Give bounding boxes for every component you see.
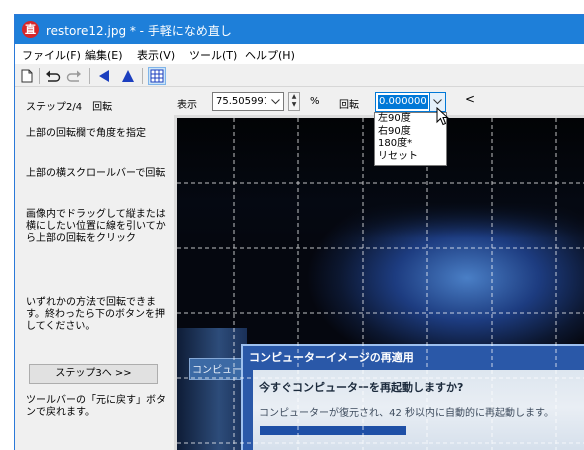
menu-bar: ファイル(F) 編集(E) 表示(V) ツール(T) ヘルプ(H)	[15, 44, 584, 64]
instruction-text: 上部の横スクロールバーで回転	[26, 168, 166, 179]
menu-file[interactable]: ファイル(F)	[22, 47, 81, 63]
zoom-unit: %	[310, 96, 320, 107]
instruction-text: 画像内でドラッグして縦または横にしたい位置に線を引いてから上部の回転をクリック	[26, 209, 166, 244]
title-bar[interactable]: 直 restore12.jpg * - 手軽になめ直し	[15, 15, 584, 44]
app-icon[interactable]: 直	[22, 21, 39, 38]
image-canvas[interactable]: コンピュー コンピューターイメージの再適用 今すぐコンピューターを再起動しますか…	[177, 118, 584, 450]
instruction-text: いずれかの方法で回転できます。終わったら下のボタンを押してください。	[26, 297, 165, 332]
instruction-text: 上部の回転欄で角度を指定	[26, 128, 146, 139]
photo-dialog-title: コンピューターイメージの再適用	[249, 351, 414, 364]
photo-dialog-question: 今すぐコンピューターを再起動しますか?	[259, 381, 464, 394]
undo-icon[interactable]	[44, 67, 62, 85]
photo-monitor-edge	[177, 328, 247, 450]
menu-edit[interactable]: 編集(E)	[85, 47, 123, 63]
window-title: restore12.jpg * - 手軽になめ直し	[46, 24, 232, 38]
zoom-label: 表示	[177, 100, 197, 111]
spin-up-icon[interactable]: ▲	[289, 93, 299, 101]
toolbar-separator	[89, 68, 90, 84]
step-sidebar: ステップ2/4 回転 上部の回転欄で角度を指定 上部の横スクロールバーで回転 画…	[15, 88, 174, 450]
app-window: 直 restore12.jpg * - 手軽になめ直し ファイル(F) 編集(E…	[14, 14, 584, 450]
photo-side-label-text: コンピュー	[192, 365, 242, 376]
rotate-value[interactable]: 0.000000	[378, 95, 428, 109]
rotate-option-180[interactable]: 180度*	[375, 138, 446, 151]
photo-progress-bar	[260, 426, 406, 435]
menu-view[interactable]: 表示(V)	[137, 47, 175, 63]
photo-dialog-message: コンピューターが復元され、42 秒以内に自動的に再起動します。	[259, 408, 555, 419]
spin-down-icon[interactable]: ▼	[289, 101, 299, 109]
toolbar-separator	[39, 68, 40, 84]
toolbar-separator	[142, 68, 143, 84]
undo-hint: ツールバーの「元に戻す」ボタンで戻れます。	[26, 395, 166, 418]
next-step-button[interactable]: ステップ3へ >>	[29, 364, 158, 384]
rotate-label: 回転	[339, 100, 359, 111]
new-document-icon[interactable]	[18, 67, 36, 85]
photo-side-label: コンピュー	[189, 358, 249, 380]
zoom-value[interactable]: 75.505991	[216, 96, 266, 107]
step-title: ステップ2/4 回転	[26, 102, 113, 113]
rotate-option-reset[interactable]: リセット	[375, 151, 446, 164]
grid-icon[interactable]	[148, 67, 166, 85]
rotate-option-right90[interactable]: 右90度	[375, 126, 446, 139]
flip-horizontal-icon[interactable]	[95, 67, 113, 85]
photo-dialog-body: 今すぐコンピューターを再起動しますか? コンピューターが復元され、42 秒以内に…	[253, 370, 584, 450]
zoom-spinner[interactable]: ▲ ▼	[288, 92, 300, 111]
menu-tools[interactable]: ツール(T)	[189, 47, 237, 63]
chevron-down-icon[interactable]	[268, 94, 282, 109]
redo-icon[interactable]	[65, 67, 83, 85]
zoom-combobox[interactable]: 75.505991	[212, 92, 284, 111]
photo-dialog: コンピューターイメージの再適用 今すぐコンピューターを再起動しますか? コンピュ…	[241, 344, 584, 450]
menu-help[interactable]: ヘルプ(H)	[245, 47, 295, 63]
flip-vertical-icon[interactable]	[119, 67, 137, 85]
collapse-panel-button[interactable]: <	[465, 92, 475, 106]
mouse-cursor-icon	[436, 107, 449, 126]
options-bar: 表示 75.505991 ▲ ▼ % 回転 0.000000 <	[174, 88, 584, 114]
toolbar	[15, 65, 584, 87]
